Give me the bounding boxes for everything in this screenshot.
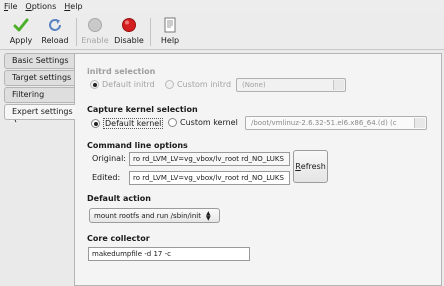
tab-filtering-settings[interactable]: Filtering settings [4,87,74,113]
default-action-title: Default action [87,194,151,203]
initrd-path-combo[interactable]: (None) [236,78,346,92]
settings-tabs: Basic Settings Target settings Filtering… [4,53,75,121]
radio-indicator [168,118,177,127]
menubar: File Options Help [0,0,444,14]
original-cmdline-field: ro rd_LVM_LV=vg_vbox/lv_root rd_NO_LUKS [129,152,290,166]
default-kernel-radio[interactable]: Default kernel [91,118,164,129]
tab-expert-settings[interactable]: Expert settings [4,104,75,120]
menu-options[interactable]: Options [25,0,56,14]
default-initrd-radio[interactable]: Default initrd [90,80,155,89]
toolbar: Apply Reload Enable Disable Help [0,14,444,50]
radio-indicator [165,80,174,89]
edited-label: Edited: [92,173,121,182]
menu-help[interactable]: Help [64,0,82,14]
updown-arrows-icon: ▲ ▼ [205,209,211,222]
kernel-selection-title: Capture kernel selection [87,105,198,114]
command-line-title: Command line options [87,141,188,150]
file-chooser-button[interactable] [333,80,344,90]
edited-cmdline-field[interactable]: ro rd_LVM_LV=vg_vbox/lv_root rd_NO_LUKS [129,171,290,185]
reload-button[interactable]: Reload [40,17,70,49]
original-label: Original: [92,154,126,163]
custom-kernel-radio[interactable]: Custom kernel [168,118,238,127]
core-collector-field[interactable]: makedumpfile -d 17 -c [88,247,250,261]
default-action-select[interactable]: mount rootfs and run /sbin/init ▲ ▼ [89,208,220,223]
toolbar-separator [76,18,77,46]
checkmark-icon [13,17,29,33]
kernel-path-combo[interactable]: /boot/vmlinuz-2.6.32-51.el6.x86_64.(d) (… [245,116,427,130]
initrd-selection-title: initrd selection [87,67,156,76]
tab-basic-settings[interactable]: Basic Settings [4,53,74,69]
help-button[interactable]: Help [158,17,182,49]
help-icon [162,17,178,33]
red-circle-icon [121,17,137,33]
disable-button[interactable]: Disable [114,17,144,49]
radio-indicator [90,80,99,89]
grey-circle-icon [87,17,103,33]
reload-icon [47,17,63,33]
menu-file[interactable]: File [4,0,17,14]
apply-button[interactable]: Apply [9,17,33,49]
core-collector-title: Core collector [87,234,150,243]
enable-button[interactable]: Enable [81,17,109,49]
refresh-button[interactable]: Refresh [293,150,328,183]
custom-initrd-radio[interactable]: Custom initrd [165,80,231,89]
toolbar-separator [150,18,151,46]
expert-settings-panel: initrd selection Default initrd Custom i… [74,53,442,286]
tab-target-settings[interactable]: Target settings [4,70,74,86]
radio-indicator [91,119,100,128]
file-chooser-button[interactable] [414,118,425,128]
